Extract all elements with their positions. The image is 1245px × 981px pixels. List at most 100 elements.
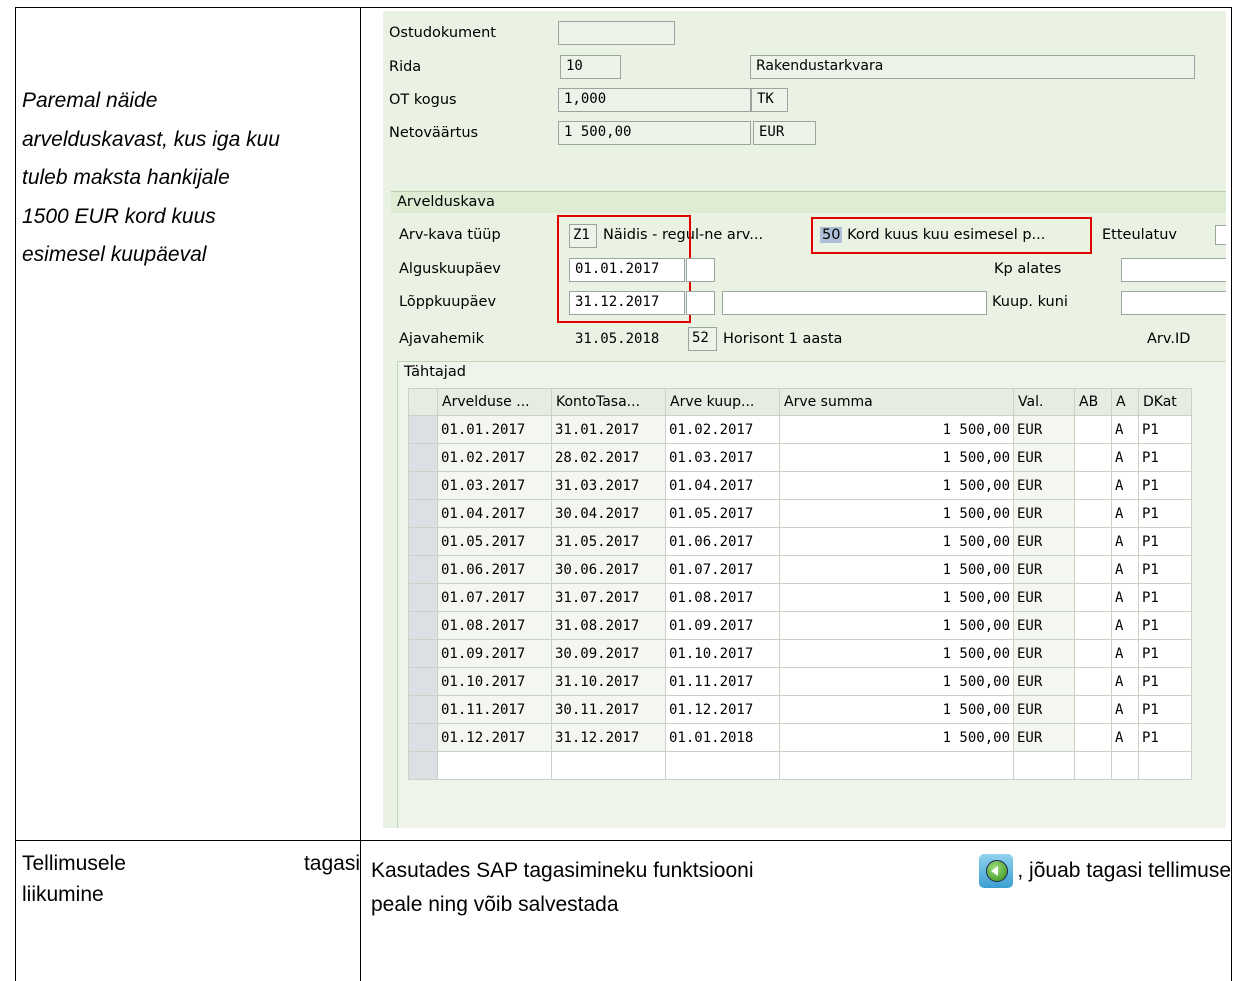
table-row-empty[interactable] bbox=[408, 751, 1192, 780]
table-cell[interactable]: EUR bbox=[1013, 723, 1075, 752]
table-cell[interactable]: 01.07.2017 bbox=[437, 583, 552, 612]
netovaartus-currency-field[interactable]: EUR bbox=[753, 121, 816, 145]
table-cell[interactable] bbox=[1013, 751, 1075, 780]
table-cell[interactable]: 01.02.2017 bbox=[665, 415, 780, 444]
loppkuupaev-text-field[interactable] bbox=[722, 291, 987, 315]
row-selector[interactable] bbox=[408, 415, 438, 444]
table-cell[interactable]: 01.08.2017 bbox=[437, 611, 552, 640]
table-cell[interactable] bbox=[1074, 611, 1112, 640]
table-cell[interactable]: EUR bbox=[1013, 611, 1075, 640]
table-cell[interactable]: 01.10.2017 bbox=[437, 667, 552, 696]
rule-field[interactable]: 50 Kord kuus kuu esimesel p... bbox=[820, 227, 1045, 243]
table-cell[interactable]: 01.05.2017 bbox=[665, 499, 780, 528]
table-cell[interactable]: A bbox=[1111, 583, 1139, 612]
table-cell[interactable]: 30.04.2017 bbox=[551, 499, 666, 528]
table-cell[interactable]: 01.01.2018 bbox=[665, 723, 780, 752]
table-cell[interactable]: P1 bbox=[1138, 443, 1192, 472]
table-cell[interactable]: 01.06.2017 bbox=[665, 527, 780, 556]
table-cell[interactable] bbox=[1074, 527, 1112, 556]
row-selector[interactable] bbox=[408, 611, 438, 640]
kuup-kuni-field[interactable] bbox=[1121, 291, 1226, 315]
table-cell[interactable] bbox=[1074, 695, 1112, 724]
column-header[interactable]: KontoTasa... bbox=[551, 388, 666, 416]
column-header[interactable]: Val. bbox=[1013, 388, 1075, 416]
table-cell[interactable]: P1 bbox=[1138, 639, 1192, 668]
table-cell[interactable]: 31.12.2017 bbox=[551, 723, 666, 752]
table-cell[interactable]: 01.02.2017 bbox=[437, 443, 552, 472]
back-icon[interactable] bbox=[979, 854, 1014, 888]
table-row[interactable]: 01.05.2017 31.05.2017 01.06.2017 1 500,00 EU… bbox=[408, 527, 1192, 556]
table-cell[interactable]: EUR bbox=[1013, 415, 1075, 444]
table-cell[interactable]: 1 500,00 bbox=[779, 639, 1014, 668]
table-cell[interactable]: 01.11.2017 bbox=[665, 667, 780, 696]
table-cell[interactable]: 30.09.2017 bbox=[551, 639, 666, 668]
table-cell[interactable]: P1 bbox=[1138, 667, 1192, 696]
table-cell[interactable]: 01.04.2017 bbox=[665, 471, 780, 500]
table-cell[interactable] bbox=[1074, 555, 1112, 584]
table-cell[interactable]: 31.07.2017 bbox=[551, 583, 666, 612]
table-cell[interactable]: P1 bbox=[1138, 723, 1192, 752]
table-cell[interactable]: 1 500,00 bbox=[779, 471, 1014, 500]
table-row[interactable]: 01.09.2017 30.09.2017 01.10.2017 1 500,00 EU… bbox=[408, 639, 1192, 668]
table-cell[interactable]: EUR bbox=[1013, 527, 1075, 556]
table-cell[interactable] bbox=[1074, 443, 1112, 472]
table-cell[interactable]: 31.05.2017 bbox=[551, 527, 666, 556]
table-cell[interactable]: A bbox=[1111, 639, 1139, 668]
row-selector[interactable] bbox=[408, 443, 438, 472]
kp-alates-field[interactable] bbox=[1121, 258, 1226, 282]
table-cell[interactable] bbox=[1074, 639, 1112, 668]
ostudokument-field[interactable] bbox=[558, 21, 675, 45]
column-header[interactable]: DKat bbox=[1138, 388, 1192, 416]
etteulatuv-checkbox[interactable] bbox=[1215, 225, 1226, 245]
table-cell[interactable]: 01.01.2017 bbox=[437, 415, 552, 444]
table-row[interactable]: 01.06.2017 30.06.2017 01.07.2017 1 500,00 EU… bbox=[408, 555, 1192, 584]
row-selector[interactable] bbox=[408, 471, 438, 500]
table-cell[interactable]: 01.04.2017 bbox=[437, 499, 552, 528]
table-row[interactable]: 01.11.2017 30.11.2017 01.12.2017 1 500,00 EU… bbox=[408, 695, 1192, 724]
row-selector[interactable] bbox=[408, 695, 438, 724]
table-cell[interactable]: 01.07.2017 bbox=[665, 555, 780, 584]
table-cell[interactable]: 30.11.2017 bbox=[551, 695, 666, 724]
row-selector[interactable] bbox=[408, 583, 438, 612]
table-cell[interactable]: 28.02.2017 bbox=[551, 443, 666, 472]
alguskuupaev-extra-field[interactable] bbox=[686, 258, 715, 282]
table-cell[interactable]: P1 bbox=[1138, 583, 1192, 612]
table-row[interactable]: 01.04.2017 30.04.2017 01.05.2017 1 500,00 EU… bbox=[408, 499, 1192, 528]
table-cell[interactable]: P1 bbox=[1138, 527, 1192, 556]
row-selector[interactable] bbox=[408, 723, 438, 752]
column-header[interactable]: A bbox=[1111, 388, 1139, 416]
table-cell[interactable]: 1 500,00 bbox=[779, 583, 1014, 612]
table-cell[interactable]: 01.12.2017 bbox=[437, 723, 552, 752]
column-header[interactable]: AB bbox=[1074, 388, 1112, 416]
table-cell[interactable]: 1 500,00 bbox=[779, 527, 1014, 556]
row-selector[interactable] bbox=[408, 499, 438, 528]
table-cell[interactable]: 1 500,00 bbox=[779, 555, 1014, 584]
table-cell[interactable] bbox=[1074, 667, 1112, 696]
table-row[interactable]: 01.08.2017 31.08.2017 01.09.2017 1 500,00 EU… bbox=[408, 611, 1192, 640]
table-cell[interactable] bbox=[437, 751, 552, 780]
table-cell[interactable]: EUR bbox=[1013, 583, 1075, 612]
table-cell[interactable] bbox=[408, 751, 438, 780]
table-cell[interactable] bbox=[779, 751, 1014, 780]
table-cell[interactable]: 01.08.2017 bbox=[665, 583, 780, 612]
table-cell[interactable]: P1 bbox=[1138, 611, 1192, 640]
table-cell[interactable]: A bbox=[1111, 695, 1139, 724]
table-cell[interactable]: EUR bbox=[1013, 555, 1075, 584]
table-cell[interactable]: P1 bbox=[1138, 695, 1192, 724]
table-cell[interactable]: P1 bbox=[1138, 499, 1192, 528]
table-cell[interactable]: 1 500,00 bbox=[779, 667, 1014, 696]
table-cell[interactable]: 1 500,00 bbox=[779, 611, 1014, 640]
table-cell[interactable] bbox=[1138, 751, 1192, 780]
table-row[interactable]: 01.03.2017 31.03.2017 01.04.2017 1 500,00 EU… bbox=[408, 471, 1192, 500]
table-cell[interactable]: EUR bbox=[1013, 639, 1075, 668]
table-cell[interactable]: A bbox=[1111, 415, 1139, 444]
table-cell[interactable]: EUR bbox=[1013, 667, 1075, 696]
table-cell[interactable] bbox=[1111, 751, 1139, 780]
table-cell[interactable]: A bbox=[1111, 555, 1139, 584]
table-cell[interactable]: A bbox=[1111, 667, 1139, 696]
table-cell[interactable]: P1 bbox=[1138, 471, 1192, 500]
table-cell[interactable]: 31.03.2017 bbox=[551, 471, 666, 500]
row-selector[interactable] bbox=[408, 527, 438, 556]
table-cell[interactable]: 31.01.2017 bbox=[551, 415, 666, 444]
table-cell[interactable]: EUR bbox=[1013, 471, 1075, 500]
